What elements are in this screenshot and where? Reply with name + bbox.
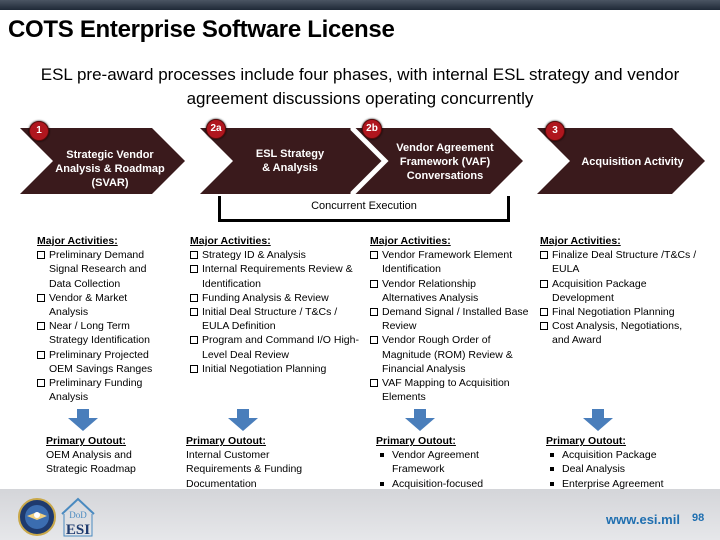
activities-column-2: Major Activities: Strategy ID & Analysis…: [190, 234, 365, 376]
checkbox-icon: [190, 336, 198, 345]
down-arrow-icon: [583, 409, 613, 431]
phase-label-line: Analysis & Roadmap: [55, 163, 165, 175]
checkbox-icon: [190, 364, 198, 373]
output-header: Primary Outout:: [186, 435, 266, 447]
phase-label-3: Acquisition Activity: [570, 155, 695, 169]
phase-label-line: & Analysis: [262, 162, 318, 174]
checkbox-icon: [37, 293, 45, 302]
activity-item: Internal Requirements Review & Identific…: [190, 262, 365, 290]
checkbox-icon: [190, 265, 198, 274]
activity-item: Funding Analysis & Review: [190, 291, 365, 305]
activity-item: Preliminary Demand Signal Research and D…: [37, 248, 167, 291]
activity-item: Preliminary Funding Analysis: [37, 376, 167, 404]
bullet-icon: [380, 453, 384, 458]
activity-item: Initial Negotiation Planning: [190, 362, 365, 376]
logo-bottom-text: ESI: [66, 522, 90, 538]
checkbox-icon: [190, 308, 198, 317]
activities-header: Major Activities:: [540, 235, 621, 247]
phase-label-line: Conversations: [406, 170, 484, 182]
checkbox-icon: [190, 251, 198, 260]
website-link[interactable]: www.esi.mil: [606, 512, 680, 527]
down-arrow-icon: [228, 409, 258, 431]
output-column-1: Primary Outout: OEM Analysis and Strateg…: [46, 434, 166, 477]
checkbox-icon: [540, 322, 548, 331]
checkbox-icon: [540, 308, 548, 317]
concurrent-execution-bracket: Concurrent Execution: [218, 196, 510, 222]
activities-header: Major Activities:: [37, 235, 118, 247]
phase-badge-3: 3: [545, 121, 565, 141]
activity-item: Strategy ID & Analysis: [190, 248, 365, 262]
activity-item: Finalize Deal Structure /T&Cs / EULA: [540, 248, 700, 276]
phase-label-line: (SVAR): [91, 177, 129, 189]
activity-item: Demand Signal / Installed Base Review: [370, 305, 530, 333]
phase-label-1: Strategic Vendor Analysis & Roadmap (SVA…: [50, 148, 170, 190]
checkbox-icon: [370, 308, 378, 317]
down-arrow-icon: [405, 409, 435, 431]
output-item: Vendor Agreement Framework: [376, 448, 516, 476]
activities-column-4: Major Activities: Finalize Deal Structur…: [540, 234, 700, 348]
logo-top-text: DoD: [69, 510, 87, 520]
checkbox-icon: [370, 251, 378, 260]
output-header: Primary Outout:: [546, 435, 626, 447]
concurrent-execution-label: Concurrent Execution: [311, 200, 417, 212]
checkbox-icon: [370, 379, 378, 388]
output-item: Acquisition Package: [546, 448, 706, 462]
activity-item: Final Negotiation Planning: [540, 305, 700, 319]
down-arrow-icon: [68, 409, 98, 431]
phase-label-2a: ESL Strategy & Analysis: [230, 147, 350, 175]
bullet-icon: [550, 453, 554, 458]
output-column-4: Primary Outout: Acquisition Package Deal…: [546, 434, 706, 491]
checkbox-icon: [37, 350, 45, 359]
activity-item: Vendor Rough Order of Magnitude (ROM) Re…: [370, 333, 530, 376]
activities-column-3: Major Activities: Vendor Framework Eleme…: [370, 234, 530, 404]
activity-item: Initial Deal Structure / T&Cs / EULA Def…: [190, 305, 365, 333]
checkbox-icon: [37, 379, 45, 388]
activity-item: Program and Command I/O High-Level Deal …: [190, 333, 365, 361]
page-number: 98: [692, 512, 705, 524]
phase-badge-2b: 2b: [362, 119, 382, 139]
activity-item: Vendor Relationship Alternatives Analysi…: [370, 277, 530, 305]
output-item: Deal Analysis: [546, 462, 706, 476]
phase-label-line: Framework (VAF): [399, 156, 491, 168]
bullet-icon: [550, 481, 554, 486]
checkbox-icon: [370, 279, 378, 288]
phase-badge-2a: 2a: [206, 119, 226, 139]
output-column-2: Primary Outout: Internal Customer Requir…: [186, 434, 326, 491]
activity-item: Vendor & Market Analysis: [37, 291, 167, 319]
output-header: Primary Outout:: [376, 435, 456, 447]
activity-item: Vendor Framework Element Identification: [370, 248, 530, 276]
bullet-icon: [380, 481, 384, 486]
output-text: Internal Customer Requirements & Funding…: [186, 449, 303, 490]
activity-item: Cost Analysis, Negotiations, and Award: [540, 319, 700, 347]
checkbox-icon: [190, 293, 198, 302]
phase-label-line: Strategic Vendor: [66, 149, 154, 161]
checkbox-icon: [37, 322, 45, 331]
checkbox-icon: [37, 251, 45, 260]
activity-item: VAF Mapping to Acquisition Elements: [370, 376, 530, 404]
output-item: Enterprise Agreement: [546, 477, 706, 491]
dod-esi-logo-icon: DoD ESI: [61, 497, 95, 538]
checkbox-icon: [370, 336, 378, 345]
phase-badge-1: 1: [29, 121, 49, 141]
phase-label-line: Vendor Agreement: [396, 142, 494, 154]
activity-item: Preliminary Projected OEM Savings Ranges: [37, 348, 167, 376]
checkbox-icon: [540, 279, 548, 288]
phase-label-line: ESL Strategy: [255, 148, 325, 160]
dod-seal-icon: [18, 498, 56, 536]
activities-header: Major Activities:: [370, 235, 451, 247]
output-header: Primary Outout:: [46, 435, 126, 447]
phase-label-line: Acquisition Activity: [581, 156, 684, 168]
phase-label-2b: Vendor Agreement Framework (VAF) Convers…: [385, 141, 505, 183]
activities-header: Major Activities:: [190, 235, 271, 247]
bullet-icon: [550, 467, 554, 472]
activity-item: Acquisition Package Development: [540, 277, 700, 305]
checkbox-icon: [540, 251, 548, 260]
activities-column-1: Major Activities: Preliminary Demand Sig…: [37, 234, 167, 404]
output-text: OEM Analysis and Strategic Roadmap: [46, 449, 136, 476]
activity-item: Near / Long Term Strategy Identification: [37, 319, 167, 347]
